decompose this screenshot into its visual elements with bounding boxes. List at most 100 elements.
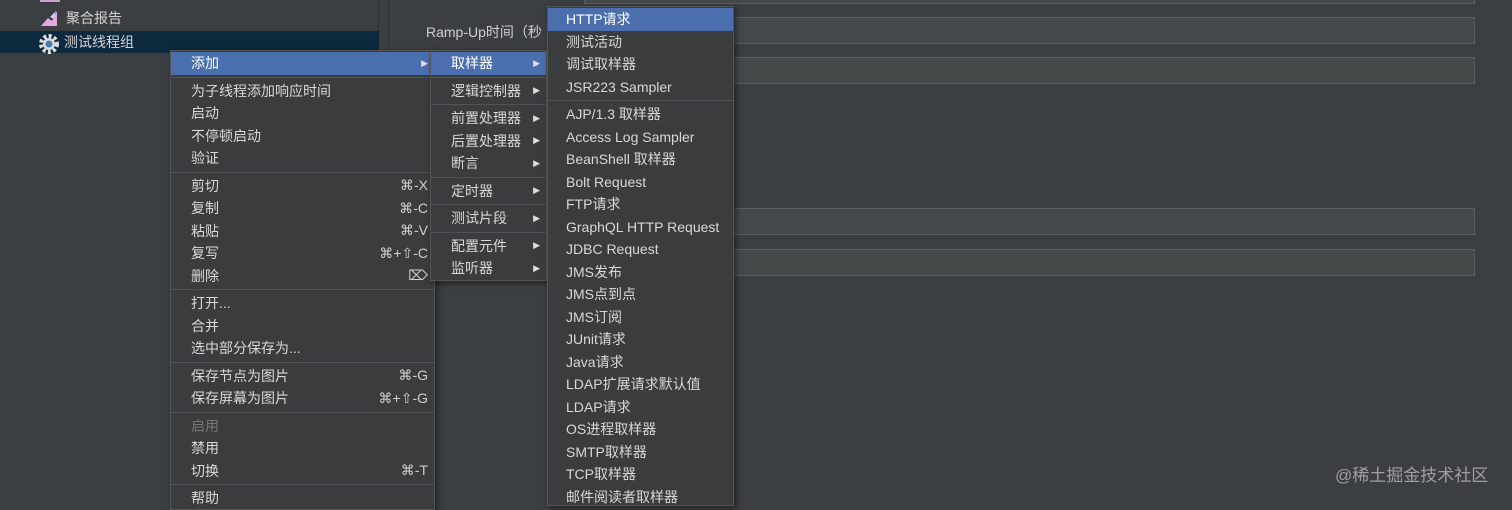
menu-item-label: JDBC Request [566,241,659,258]
menu-item[interactable]: SMTP取样器 [548,441,733,464]
menu-item[interactable]: 帮助 [171,487,434,510]
menu-separator [431,104,546,105]
menu-item[interactable]: 不停顿启动 [171,125,434,148]
menu-item[interactable]: 合并 [171,315,434,338]
menu-separator [431,204,546,205]
menu-item[interactable]: BeanShell 取样器 [548,148,733,171]
menu-item-label: 不停顿启动 [191,127,261,144]
menu-item[interactable]: 添加 ▶ [171,52,434,75]
menu-item[interactable]: 复制 ⌘-C [171,197,434,220]
menu-item-label: HTTP请求 [566,11,631,28]
menu-item[interactable]: 调试取样器 [548,53,733,76]
menu-item[interactable]: 复写 ⌘+⇧-C [171,242,434,265]
menu-item[interactable]: AJP/1.3 取样器 [548,103,733,126]
menu-item[interactable]: Access Log Sampler [548,126,733,149]
menu-item[interactable]: FTP请求 [548,193,733,216]
menu-item-label: JUnit请求 [566,331,626,348]
menu-item-label: 后置处理器 [451,132,521,149]
shortcut-label: ⌦ [408,267,428,284]
menu-item-label: 禁用 [191,440,219,457]
menu-item-label: 复写 [191,245,219,262]
menu-item[interactable]: 为子线程添加响应时间 [171,80,434,103]
menu-item-label: JSR223 Sampler [566,78,672,95]
text-field[interactable] [584,0,1475,4]
tree-item-aggregate-report[interactable]: 聚合报告 [0,7,379,29]
menu-item[interactable]: Bolt Request [548,171,733,194]
menu-item[interactable]: 粘贴 ⌘-V [171,220,434,243]
duration-input[interactable] [720,208,1475,235]
menu-item-label: GraphQL HTTP Request [566,218,720,235]
menu-item[interactable]: 取样器 ▶ [431,52,546,75]
menu-item-label: FTP请求 [566,196,621,213]
menu-item-label: 测试片段 [451,210,507,227]
menu-item-label: JMS点到点 [566,286,636,303]
menu-item[interactable]: JMS订阅 [548,306,733,329]
menu-item[interactable]: OS进程取样器 [548,418,733,441]
menu-item[interactable]: 逻辑控制器 ▶ [431,80,546,103]
menu-item[interactable]: JMS发布 [548,261,733,284]
menu-item-label: 选中部分保存为... [191,340,301,357]
menu-item-label: 为子线程添加响应时间 [191,82,331,99]
menu-item[interactable]: 邮件阅读者取样器 [548,486,733,509]
menu-item[interactable]: JUnit请求 [548,328,733,351]
menu-item[interactable]: GraphQL HTTP Request [548,216,733,239]
menu-item[interactable]: JDBC Request [548,238,733,261]
menu-item[interactable]: 监听器 ▶ [431,257,546,280]
menu-item-label: TCP取样器 [566,466,636,483]
menu-item[interactable]: 禁用 [171,437,434,460]
rampup-input[interactable] [720,17,1475,44]
sampler-submenu[interactable]: HTTP请求测试活动 调试取样器 JSR223 Sampler AJP/1.3 取样器… [547,6,734,506]
menu-item[interactable]: 保存节点为图片 ⌘-G [171,365,434,388]
startup-delay-input[interactable] [720,249,1475,276]
shortcut-label: ⌘-T [400,462,428,479]
menu-item-label: LDAP请求 [566,398,631,415]
menu-item[interactable]: 选中部分保存为... [171,337,434,360]
menu-item[interactable]: 前置处理器 ▶ [431,107,546,130]
menu-item[interactable]: 保存屏幕为图片 ⌘+⇧-G [171,387,434,410]
menu-item[interactable]: LDAP扩展请求默认值 [548,373,733,396]
menu-item-label: JMS发布 [566,263,622,280]
menu-item-label: 合并 [191,317,219,334]
menu-item[interactable]: TCP取样器 [548,463,733,486]
menu-separator [171,411,434,413]
menu-item[interactable]: HTTP请求 [548,8,733,31]
menu-item[interactable]: Java请求 [548,351,733,374]
menu-item[interactable]: JMS点到点 [548,283,733,306]
menu-item[interactable]: 验证 [171,147,434,170]
menu-item[interactable]: 断言 ▶ [431,152,546,175]
context-menu[interactable]: 添加 ▶ 为子线程添加响应时间启动不停顿启动验证剪切 ⌘-X 复制 ⌘-C 粘贴 ⌘-V 复写 ⌘… [170,50,435,510]
menu-item[interactable]: 剪切 ⌘-X [171,175,434,198]
shortcut-label: ⌘-C [399,199,428,216]
menu-item[interactable]: 后置处理器 ▶ [431,130,546,153]
menu-item-label: 复制 [191,200,219,217]
shortcut-label: ⌘-V [400,222,428,239]
submenu-arrow-icon: ▶ [533,57,540,68]
add-submenu[interactable]: 取样器 ▶ 逻辑控制器 ▶ 前置处理器 ▶ 后置处理器 ▶ 断言 ▶ 定时器 ▶ 测试片段 ▶ 配置元件 ▶ 监… [430,50,547,281]
menu-item[interactable]: LDAP请求 [548,396,733,419]
tree-item-label: 测试线程组 [64,34,134,50]
menu-item[interactable]: 测试活动 [548,31,733,54]
menu-item[interactable]: 切换 ⌘-T [171,460,434,483]
menu-item-label: 保存屏幕为图片 [191,390,289,407]
menu-item-label: 保存节点为图片 [191,367,289,384]
menu-separator [171,76,434,78]
menu-item[interactable]: 配置元件 ▶ [431,235,546,258]
submenu-arrow-icon: ▶ [533,262,540,273]
menu-item[interactable]: 打开... [171,292,434,315]
menu-item-label: 取样器 [451,55,493,72]
menu-item[interactable]: 启动 [171,102,434,125]
menu-item-label: 切换 [191,462,219,479]
menu-item-label: JMS订阅 [566,308,622,325]
loop-count-input[interactable] [720,57,1475,84]
menu-item[interactable]: 删除 ⌦ [171,265,434,288]
menu-item-label: SMTP取样器 [566,443,647,460]
menu-item-label: 前置处理器 [451,110,521,127]
submenu-arrow-icon: ▶ [533,85,540,96]
menu-item[interactable]: JSR223 Sampler [548,76,733,99]
tree-item-label: 聚合报告 [66,10,122,26]
menu-item-label: 打开... [191,295,231,312]
shortcut-label: ⌘+⇧-C [379,244,428,261]
menu-item[interactable]: 测试片段 ▶ [431,207,546,230]
menu-item[interactable]: 定时器 ▶ [431,180,546,203]
submenu-arrow-icon: ▶ [533,240,540,251]
